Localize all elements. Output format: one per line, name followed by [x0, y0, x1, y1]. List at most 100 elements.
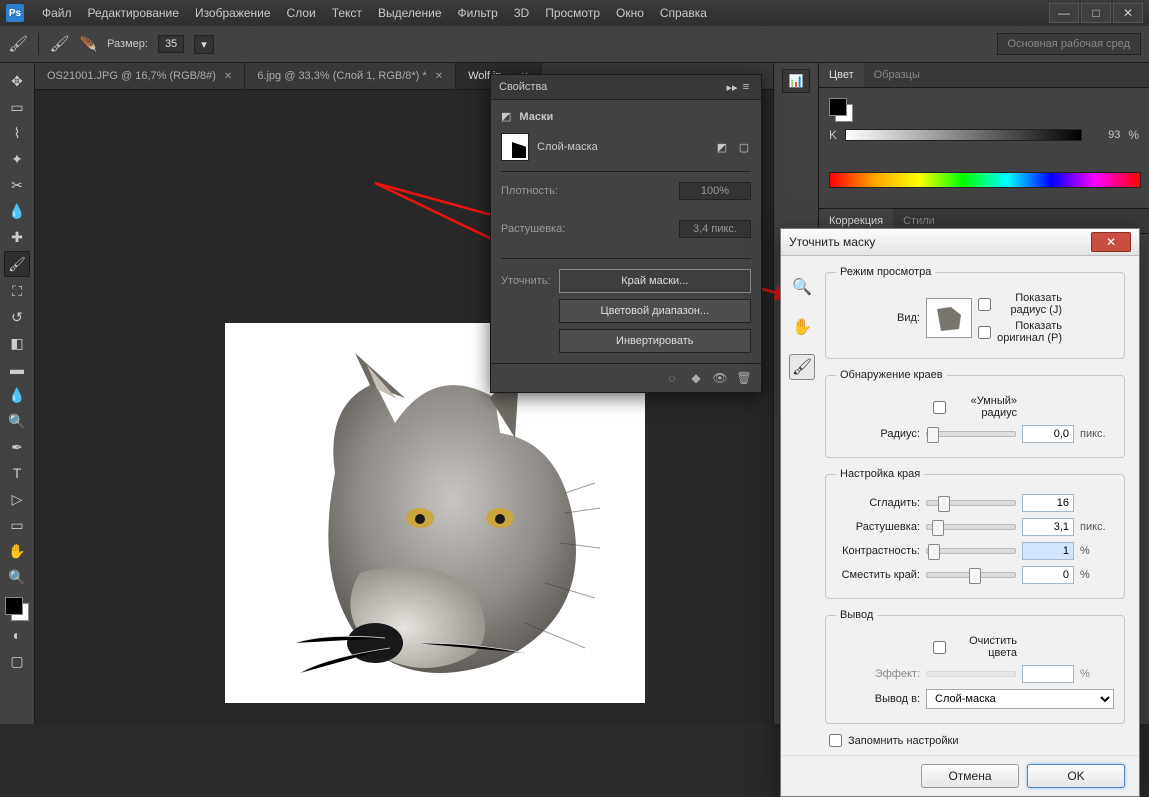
menu-window[interactable]: Окно: [608, 6, 652, 20]
toggle-mask-icon[interactable]: 👁: [713, 371, 727, 385]
menu-edit[interactable]: Редактирование: [80, 6, 187, 20]
pen-tool[interactable]: ✒: [5, 435, 29, 459]
invert-button[interactable]: Инвертировать: [559, 329, 751, 353]
history-brush-tool[interactable]: ↺: [5, 305, 29, 329]
smooth-slider[interactable]: [926, 500, 1016, 506]
menu-image[interactable]: Изображение: [187, 6, 279, 20]
smart-radius-checkbox[interactable]: «Умный» радиус: [933, 395, 1017, 419]
decontaminate-checkbox[interactable]: Очистить цвета: [933, 635, 1017, 659]
marquee-tool[interactable]: ▭: [5, 95, 29, 119]
remember-settings-checkbox[interactable]: Запомнить настройки: [829, 734, 1125, 747]
quick-mask-toggle[interactable]: ◐: [5, 623, 29, 647]
shape-tool[interactable]: ▭: [5, 513, 29, 537]
workspace-selector[interactable]: Основная рабочая сред: [997, 33, 1141, 55]
window-close-button[interactable]: ✕: [1113, 3, 1143, 23]
menu-help[interactable]: Справка: [652, 6, 715, 20]
shift-slider[interactable]: [926, 572, 1016, 578]
radius-slider[interactable]: [926, 431, 1016, 437]
color-ramp[interactable]: [829, 172, 1141, 188]
dodge-tool[interactable]: 🔍: [5, 409, 29, 433]
menu-file[interactable]: Файл: [34, 6, 80, 20]
panel-menu-icon[interactable]: ≡: [739, 80, 753, 94]
cancel-button[interactable]: Отмена: [921, 764, 1019, 788]
output-to-label: Вывод в:: [836, 693, 920, 705]
apply-mask-icon[interactable]: ◆: [689, 371, 703, 385]
ok-button[interactable]: OK: [1027, 764, 1125, 788]
color-swatch[interactable]: [5, 597, 29, 621]
hand-tool-icon[interactable]: ✋: [789, 314, 815, 340]
wolf-image: [265, 343, 605, 683]
radius-input[interactable]: [1022, 425, 1074, 443]
delete-mask-icon[interactable]: 🗑: [737, 371, 751, 385]
move-tool[interactable]: ✥: [5, 69, 29, 93]
refine-brush-tool-icon[interactable]: 🖌: [789, 354, 815, 380]
healing-tool[interactable]: ✚: [5, 225, 29, 249]
dlg-feather-input[interactable]: [1022, 518, 1074, 536]
gradient-tool[interactable]: ▬: [5, 357, 29, 381]
brush-tool[interactable]: 🖌: [4, 251, 30, 277]
window-maximize-button[interactable]: □: [1081, 3, 1111, 23]
window-minimize-button[interactable]: —: [1049, 3, 1079, 23]
mask-edge-button[interactable]: Край маски...: [559, 269, 751, 293]
mask-thumbnail[interactable]: [501, 133, 529, 161]
size-dropdown[interactable]: ▾: [194, 35, 214, 54]
panel-collapse-icon[interactable]: ▸▸: [725, 80, 739, 94]
dialog-close-button[interactable]: ✕: [1091, 232, 1131, 252]
show-original-checkbox[interactable]: Показать оригинал (P): [978, 320, 1062, 344]
edge-detection-legend: Обнаружение краев: [836, 369, 947, 381]
k-slider[interactable]: [845, 129, 1082, 141]
amount-label: Эффект:: [836, 668, 920, 680]
blur-tool[interactable]: 💧: [5, 383, 29, 407]
vector-mask-icon[interactable]: ▢: [737, 140, 751, 154]
smooth-input[interactable]: [1022, 494, 1074, 512]
color-panel-tab[interactable]: Цвет: [819, 63, 864, 87]
show-radius-checkbox[interactable]: Показать радиус (J): [978, 292, 1062, 316]
doc-tab-1[interactable]: OS21001.JPG @ 16,7% (RGB/8#)✕: [35, 63, 245, 89]
hand-tool[interactable]: ✋: [5, 539, 29, 563]
close-icon[interactable]: ✕: [224, 71, 232, 82]
brush-icon: 🖌: [8, 34, 28, 54]
dlg-feather-slider[interactable]: [926, 524, 1016, 530]
screen-mode-toggle[interactable]: ▢: [5, 649, 29, 673]
contrast-input[interactable]: [1022, 542, 1074, 560]
zoom-tool-icon[interactable]: 🔍: [789, 274, 815, 300]
swatches-panel-tab[interactable]: Образцы: [864, 63, 930, 87]
view-thumbnail[interactable]: [926, 298, 972, 338]
path-select-tool[interactable]: ▷: [5, 487, 29, 511]
output-to-select[interactable]: Слой-маска: [926, 689, 1114, 709]
eyedropper-tool[interactable]: 💧: [5, 199, 29, 223]
feather-label: Растушевка:: [501, 223, 565, 235]
size-field[interactable]: 35: [158, 35, 184, 53]
histogram-icon[interactable]: 📊: [782, 69, 810, 93]
load-selection-icon[interactable]: ◌: [665, 371, 679, 385]
brush-panel-icon[interactable]: 🪶: [80, 36, 97, 53]
mask-section-icon: ◩: [501, 110, 511, 123]
options-bar: 🖌 🖌 🪶 Размер: 35 ▾ Основная рабочая сред: [0, 26, 1149, 63]
dlg-feather-label: Растушевка:: [836, 521, 920, 533]
menu-3d[interactable]: 3D: [506, 6, 537, 20]
type-tool[interactable]: T: [5, 461, 29, 485]
zoom-tool[interactable]: 🔍: [5, 565, 29, 589]
stamp-tool[interactable]: ⛶: [5, 279, 29, 303]
close-icon[interactable]: ✕: [435, 71, 443, 82]
k-value: 93: [1090, 129, 1120, 141]
shift-input[interactable]: [1022, 566, 1074, 584]
contrast-slider[interactable]: [926, 548, 1016, 554]
doc-tab-2[interactable]: 6.jpg @ 33,3% (Слой 1, RGB/8*) *✕: [245, 63, 456, 89]
eraser-tool[interactable]: ◧: [5, 331, 29, 355]
pixel-mask-icon[interactable]: ◩: [715, 140, 729, 154]
menu-view[interactable]: Просмотр: [537, 6, 608, 20]
menu-select[interactable]: Выделение: [370, 6, 450, 20]
mask-section-label: Маски: [519, 111, 553, 123]
lasso-tool[interactable]: ⌇: [5, 121, 29, 145]
quick-select-tool[interactable]: ✦: [5, 147, 29, 171]
color-range-button[interactable]: Цветовой диапазон...: [559, 299, 751, 323]
density-value[interactable]: 100%: [679, 182, 751, 200]
menu-layers[interactable]: Слои: [279, 6, 324, 20]
menu-filter[interactable]: Фильтр: [450, 6, 506, 20]
feather-value[interactable]: 3,4 пикс.: [679, 220, 751, 238]
crop-tool[interactable]: ✂: [5, 173, 29, 197]
brush-preset-icon[interactable]: 🖌: [49, 34, 69, 54]
menu-text[interactable]: Текст: [324, 6, 370, 20]
panel-color-swatch[interactable]: [829, 98, 853, 122]
